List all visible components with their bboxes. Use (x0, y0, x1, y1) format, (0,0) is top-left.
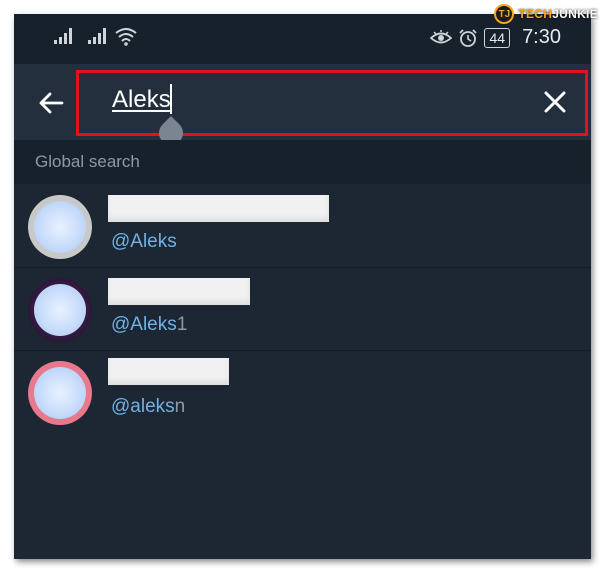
username: @Aleks (111, 231, 177, 253)
search-app-bar: Aleks (14, 64, 591, 150)
redacted-name (108, 195, 329, 222)
phone-screen: 44 7:30 Aleks Global search @Aleks @Alek… (14, 14, 591, 559)
search-input[interactable]: Aleks (112, 86, 171, 114)
logo-text-rest: JUNKIE (552, 7, 598, 21)
search-result-row[interactable]: @aleksn (14, 350, 591, 433)
username-rest: 1 (176, 314, 188, 335)
username-match: @Aleks (111, 314, 177, 335)
avatar (28, 195, 92, 259)
signal-icon (88, 28, 108, 44)
wifi-icon (115, 28, 137, 46)
avatar-image (34, 201, 86, 253)
clear-search-icon[interactable] (541, 88, 569, 116)
alarm-icon (459, 28, 478, 47)
section-header: Global search (14, 140, 591, 184)
avatar (28, 278, 92, 342)
avatar-image (34, 367, 86, 419)
status-right: 44 7:30 (430, 26, 561, 49)
logo-badge: TJ (494, 4, 515, 24)
section-title: Global search (35, 152, 140, 171)
back-arrow-icon[interactable] (36, 88, 66, 118)
signal-icon (54, 28, 74, 44)
username-match: @aleks (111, 396, 175, 417)
username-match: @Aleks (111, 231, 177, 252)
search-result-row[interactable]: @Aleks1 (14, 267, 591, 351)
techjunkie-logo: TJ TECHJUNKIE (494, 4, 598, 24)
redacted-name (108, 278, 250, 305)
search-result-row[interactable]: @Aleks (14, 184, 591, 268)
username: @aleksn (111, 396, 185, 418)
logo-text: TECHJUNKIE (518, 7, 598, 21)
username: @Aleks1 (111, 314, 187, 336)
redacted-name (108, 358, 229, 385)
eye-icon (430, 29, 453, 43)
battery-icon: 44 (484, 27, 511, 48)
avatar (28, 361, 92, 425)
text-cursor (170, 84, 172, 114)
clock-time: 7:30 (522, 26, 561, 48)
logo-text-tech: TECH (518, 7, 553, 21)
username-rest: n (174, 396, 186, 417)
avatar-image (34, 284, 86, 336)
